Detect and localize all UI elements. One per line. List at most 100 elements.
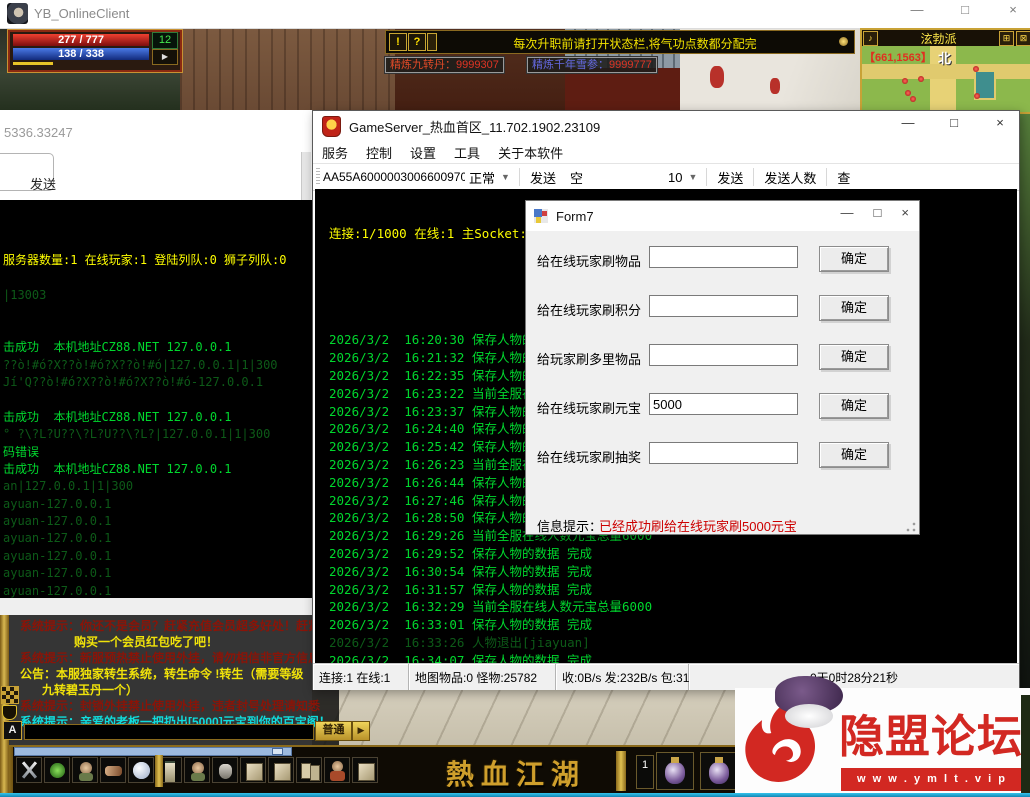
left-send-button[interactable]: 发送: [30, 174, 56, 193]
status-label: 信息提示：: [537, 516, 602, 535]
left-log-console[interactable]: 服务器数量:1 在线玩家:1 登陆列队:0 狮子列队:0|13003击成功 本机…: [0, 200, 312, 598]
close-icon[interactable]: ×: [1002, 2, 1024, 17]
minimize-icon[interactable]: —: [897, 115, 919, 130]
menu-item[interactable]: 设置: [401, 141, 445, 163]
maximize-icon[interactable]: □: [954, 2, 976, 17]
exclaim-icon[interactable]: !: [389, 33, 407, 51]
resize-grip[interactable]: [906, 522, 916, 532]
minimap-close-icon[interactable]: ⊠: [1016, 31, 1030, 46]
book-icon[interactable]: [240, 757, 266, 783]
gameserver-titlebar[interactable]: GameServer_热血首区_11.702.1902.23109 — □ ×: [313, 111, 1019, 141]
character-icon[interactable]: [72, 757, 98, 783]
form7-title: Form7: [556, 209, 594, 224]
toolbar-grip[interactable]: [316, 168, 320, 186]
chat-mode-badge[interactable]: A: [3, 721, 22, 740]
portrait-icon[interactable]: [184, 757, 210, 783]
close-icon[interactable]: ×: [989, 115, 1011, 130]
trade-hand-icon[interactable]: [100, 757, 126, 783]
hp-bar: 277 / 777: [13, 34, 149, 46]
mode-dropdown[interactable]: 正常 ▼: [469, 168, 516, 187]
field-input[interactable]: [649, 295, 798, 317]
chat-input[interactable]: [24, 724, 314, 740]
game-scene-edge: [1020, 110, 1030, 690]
menu-item[interactable]: 控制: [357, 141, 401, 163]
chat-channel-arrow-icon[interactable]: ▶: [352, 721, 370, 741]
menu-item[interactable]: 工具: [445, 141, 489, 163]
scrollbar-thumb[interactable]: [272, 748, 283, 755]
close-icon[interactable]: ×: [901, 205, 909, 220]
crossed-swords-icon[interactable]: [16, 757, 42, 783]
chat-line: 系统提示：你还不是会员？赶紧充值会员超多好处！赶紧去: [20, 617, 339, 634]
form7-titlebar[interactable]: Form7 — □ ×: [526, 201, 919, 231]
form-row: 给玩家刷多里物品 确定: [526, 344, 919, 370]
count-dropdown[interactable]: 10 ▼: [668, 170, 703, 185]
quickslot-number[interactable]: 1: [636, 755, 654, 789]
letter-icon[interactable]: [268, 757, 294, 783]
chat-line: 公告：本服独家转生系统，转生命令 !转生（需要等级: [20, 665, 339, 682]
log-line: ayuan-127.0.0.1: [3, 513, 312, 530]
expand-arrow-icon[interactable]: ▶: [152, 49, 178, 65]
log-line: Jí'Q??ò!#ó?X??ò!#ó?X??ò!#ó-127.0.0.1: [3, 374, 312, 391]
maximize-icon[interactable]: □: [943, 115, 965, 130]
potion-slot-icon[interactable]: [656, 752, 694, 790]
chat-line: 系统提示：封锁外挂禁止使用外挂，违者封号处理请知悉: [20, 697, 339, 714]
log-line: 2026/3/2 16:33:26 人物退出[jiayuan]: [315, 634, 1017, 652]
pouch-icon[interactable]: [212, 757, 238, 783]
mp-bar: 138 / 338: [13, 48, 149, 60]
confirm-button[interactable]: 确定: [819, 344, 889, 370]
minimap-dot: [918, 76, 924, 82]
minimize-icon[interactable]: —: [906, 2, 928, 17]
menu-item[interactable]: 关于本软件: [489, 141, 572, 163]
log-line: 击成功 本机地址CZ88.NET 127.0.0.1: [3, 461, 312, 478]
form-row: 给在线玩家刷元宝 确定: [526, 393, 919, 419]
slot-group-divider: [155, 755, 163, 787]
confirm-button[interactable]: 确定: [819, 295, 889, 321]
send-button-2[interactable]: 发送: [717, 168, 743, 187]
field-input[interactable]: [649, 393, 798, 415]
minimap-dot: [910, 96, 916, 102]
log-line: [3, 391, 312, 408]
confirm-button[interactable]: 确定: [819, 442, 889, 468]
chat-line: 购买一个会员红包吃了吧！: [20, 633, 339, 650]
skill-slot-group: [16, 757, 378, 783]
potion-slot-icon[interactable]: [700, 752, 738, 790]
scrollbar[interactable]: [301, 152, 311, 200]
log-line: |13003: [3, 287, 312, 304]
field-input[interactable]: [649, 344, 798, 366]
minimap: ♪ 泫勃派 ⊞ ⊠ 【661,1563】 北: [860, 28, 1030, 114]
field-input[interactable]: [649, 246, 798, 268]
query-button[interactable]: 查: [837, 168, 850, 187]
log-line: [3, 270, 312, 287]
log-line: ayuan-127.0.0.1: [3, 583, 312, 598]
minimize-icon[interactable]: —: [841, 205, 854, 220]
scroll-icon[interactable]: [352, 757, 378, 783]
form-row: 给在线玩家刷物品 确定: [526, 246, 919, 272]
packet-input[interactable]: [323, 170, 465, 184]
ornament-icon[interactable]: [1, 686, 19, 704]
target-label[interactable]: 空: [570, 168, 583, 187]
chat-scrollbar[interactable]: [14, 747, 292, 756]
moon-orb-icon[interactable]: [128, 757, 154, 783]
log-line: ayuan-127.0.0.1: [3, 548, 312, 565]
send-count-button[interactable]: 发送人数: [764, 168, 816, 187]
minimap-dot: [973, 66, 979, 72]
confirm-button[interactable]: 确定: [819, 246, 889, 272]
log-line: 2026/3/2 16:34:07 保存人物的数据 完成: [315, 652, 1017, 663]
spirit-orb-icon[interactable]: [44, 757, 70, 783]
minimap-zoom-icon[interactable]: ⊞: [999, 31, 1014, 46]
game-window-titlebar: YB_OnlineClient — □ ×: [0, 0, 1030, 29]
level-badge: 12: [152, 32, 178, 49]
npc-icon[interactable]: [324, 757, 350, 783]
gameserver-title: GameServer_热血首区_11.702.1902.23109: [349, 117, 600, 136]
music-icon[interactable]: ♪: [863, 31, 878, 46]
log-line: 击成功 本机地址CZ88.NET 127.0.0.1: [3, 409, 312, 426]
maximize-icon[interactable]: □: [874, 205, 882, 220]
field-input[interactable]: [649, 442, 798, 464]
confirm-button[interactable]: 确定: [819, 393, 889, 419]
help-icon[interactable]: ?: [408, 33, 426, 51]
chat-channel-button[interactable]: 普通: [315, 721, 352, 741]
tags-icon[interactable]: [296, 757, 322, 783]
shield-icon[interactable]: [2, 705, 17, 720]
menu-item[interactable]: 服务: [313, 141, 357, 163]
send-button-1[interactable]: 发送: [530, 168, 556, 187]
